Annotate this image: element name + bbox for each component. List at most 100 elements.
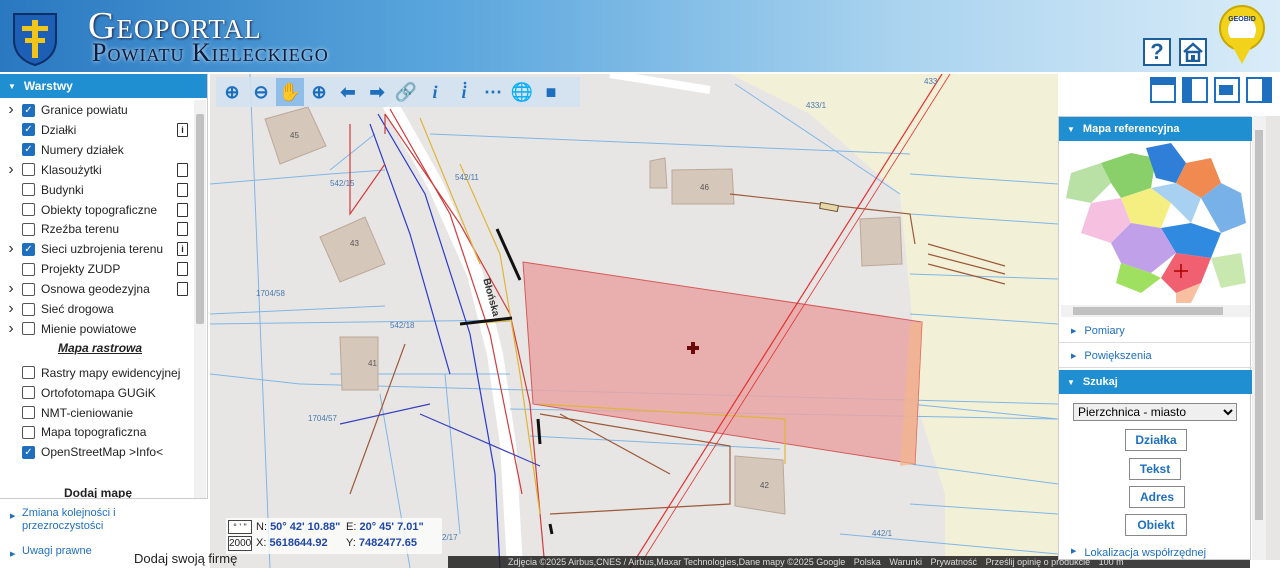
layer-checkbox[interactable] — [22, 322, 35, 336]
add-business-link[interactable]: Dodaj swoją firmę — [134, 551, 237, 566]
layout-left-button[interactable] — [1182, 77, 1208, 103]
legal-notes-link[interactable]: ▶ Uwagi prawne — [10, 545, 92, 558]
raster-layer-checkbox[interactable] — [22, 386, 35, 400]
info-icon: i — [432, 81, 438, 102]
city-select[interactable]: Pierzchnica - miasto — [1073, 403, 1237, 421]
layers-scrollbar-thumb[interactable] — [196, 114, 204, 324]
pan-tool[interactable]: ✋ — [276, 78, 304, 106]
layers-header[interactable]: ▼ Warstwy — [0, 74, 207, 98]
layer-item[interactable]: Budynki — [0, 180, 194, 200]
layer-item[interactable]: › Osnowa geodezyjna — [0, 279, 194, 299]
layout-top-button[interactable] — [1150, 77, 1176, 103]
layer-checkbox[interactable]: ✓ — [22, 103, 35, 117]
info-tool[interactable]: i — [421, 78, 449, 106]
measure-tool[interactable]: ⋯ — [479, 78, 507, 106]
raster-layer-checkbox[interactable] — [22, 425, 35, 439]
layer-checkbox[interactable]: ✓ — [22, 242, 35, 256]
layer-checkbox[interactable] — [22, 302, 35, 316]
refmap-header[interactable]: ▼ Mapa referencyjna — [1059, 117, 1252, 141]
map-right-edge — [1266, 116, 1280, 560]
raster-layer-item[interactable]: NMT-cieniowanie — [0, 403, 194, 423]
zoom-in-tool[interactable]: ⊕ — [218, 78, 246, 106]
country-link[interactable]: Polska — [854, 557, 881, 567]
legend-info-icon[interactable]: i — [177, 122, 188, 137]
globe-tool[interactable]: 🌐 — [508, 78, 536, 106]
layers-scrollbar[interactable] — [194, 100, 206, 500]
layer-checkbox[interactable] — [22, 282, 35, 296]
imagery-credit: Zdjęcia ©2025 Airbus,CNES / Airbus,Maxar… — [508, 557, 846, 567]
info-extended-tool[interactable]: i̇ — [450, 78, 478, 106]
search-object-button[interactable]: Obiekt — [1125, 514, 1187, 536]
zoom-out-tool[interactable]: ⊖ — [247, 78, 275, 106]
legend-document-icon[interactable] — [177, 202, 188, 217]
right-panel-scrollbar[interactable] — [1252, 116, 1266, 560]
previous-view-tool[interactable]: ⬅ — [334, 78, 362, 106]
layout-right-button[interactable] — [1246, 77, 1272, 103]
refmap-scrollbar[interactable] — [1061, 305, 1250, 317]
layer-checkbox[interactable]: ✓ — [22, 143, 35, 157]
home-button[interactable] — [1179, 38, 1207, 66]
layer-item[interactable]: Rzeźba terenu — [0, 219, 194, 239]
expand-chevron-icon[interactable]: › — [4, 240, 18, 258]
link-tool[interactable]: 🔗 — [392, 78, 420, 106]
format-degrees-button[interactable]: ° ' " — [228, 520, 252, 534]
search-header[interactable]: ▼ Szukaj — [1059, 370, 1252, 394]
zoom-section[interactable]: ▶ Powiększenia — [1059, 344, 1252, 368]
format-2000-button[interactable]: 2000 — [228, 536, 252, 551]
legend-document-icon[interactable] — [177, 162, 188, 177]
layer-item[interactable]: ✓ Numery działek — [0, 140, 194, 160]
refmap-scrollbar-thumb[interactable] — [1073, 307, 1223, 315]
expand-chevron-icon[interactable]: › — [4, 300, 18, 318]
layer-item[interactable]: ✓ Działki i — [0, 120, 194, 140]
search-parcel-button[interactable]: Działka — [1125, 429, 1187, 451]
search-address-button[interactable]: Adres — [1129, 486, 1185, 508]
measure-section[interactable]: ▶ Pomiary — [1059, 319, 1252, 343]
expand-chevron-icon[interactable]: › — [4, 161, 18, 179]
layer-item[interactable]: › ✓ Granice powiatu — [0, 100, 194, 120]
next-view-tool[interactable]: ➡ — [363, 78, 391, 106]
raster-layer-checkbox[interactable] — [22, 406, 35, 419]
layout-export-button[interactable] — [1214, 77, 1240, 103]
expand-chevron-icon[interactable]: › — [4, 280, 18, 298]
expand-chevron-icon[interactable]: › — [4, 320, 18, 338]
layer-item[interactable]: › Klasoużytki — [0, 160, 194, 180]
geobid-logo[interactable]: GEOBID — [1218, 4, 1266, 66]
layer-checkbox[interactable]: ✓ — [22, 123, 35, 137]
layer-checkbox[interactable] — [22, 183, 35, 197]
layer-item[interactable]: › Mienie powiatowe — [0, 319, 194, 339]
map-canvas[interactable]: 433 433/1 542/15 542/11 45 46 43 41 42 1… — [210, 74, 1058, 568]
layer-item[interactable]: › Sieć drogowa — [0, 299, 194, 319]
legend-info-icon[interactable]: i — [177, 242, 188, 257]
terms-link[interactable]: Warunki — [889, 557, 922, 567]
coords-locate-section[interactable]: ▶ Lokalizacja współrzędnej — [1059, 547, 1252, 561]
raster-layer-item[interactable]: Rastry mapy ewidencyjnej — [0, 363, 194, 383]
layer-checkbox[interactable] — [22, 203, 35, 216]
right-panel-scrollbar-thumb[interactable] — [1255, 130, 1263, 520]
raster-layer-checkbox[interactable]: ✓ — [22, 445, 35, 459]
layer-checkbox[interactable] — [22, 163, 35, 177]
raster-layer-item[interactable]: ✓ OpenStreetMap >Info< — [0, 442, 194, 462]
legend-document-icon[interactable] — [177, 222, 188, 237]
zoom-box-tool[interactable]: ⊕ — [305, 78, 333, 106]
legend-document-icon[interactable] — [177, 282, 188, 297]
layer-item[interactable]: Obiekty topograficzne — [0, 200, 194, 220]
privacy-link[interactable]: Prywatność — [931, 557, 978, 567]
order-transparency-link[interactable]: ▶ Zmiana kolejności i przezroczystości — [10, 507, 192, 533]
expand-chevron-icon[interactable]: › — [4, 101, 18, 119]
layer-item[interactable]: › ✓ Sieci uzbrojenia terenu i — [0, 239, 194, 259]
globe-icon: 🌐 — [510, 81, 534, 102]
layer-checkbox[interactable] — [22, 222, 35, 236]
legend-document-icon[interactable] — [177, 262, 188, 277]
layer-label: Działki — [41, 122, 77, 137]
layer-item[interactable]: Projekty ZUDP — [0, 259, 194, 279]
camera-tool[interactable]: ■ — [537, 78, 565, 106]
help-button[interactable]: ? — [1143, 38, 1171, 66]
raster-layer-item[interactable]: Ortofotomapa GUGiK — [0, 383, 194, 403]
layer-checkbox[interactable] — [22, 262, 35, 276]
legend-document-icon[interactable] — [177, 182, 188, 197]
layer-label: Budynki — [41, 182, 84, 197]
reference-map[interactable] — [1061, 143, 1250, 305]
search-text-button[interactable]: Tekst — [1129, 458, 1181, 480]
raster-layer-checkbox[interactable] — [22, 366, 35, 380]
raster-layer-item[interactable]: Mapa topograficzna — [0, 422, 194, 442]
